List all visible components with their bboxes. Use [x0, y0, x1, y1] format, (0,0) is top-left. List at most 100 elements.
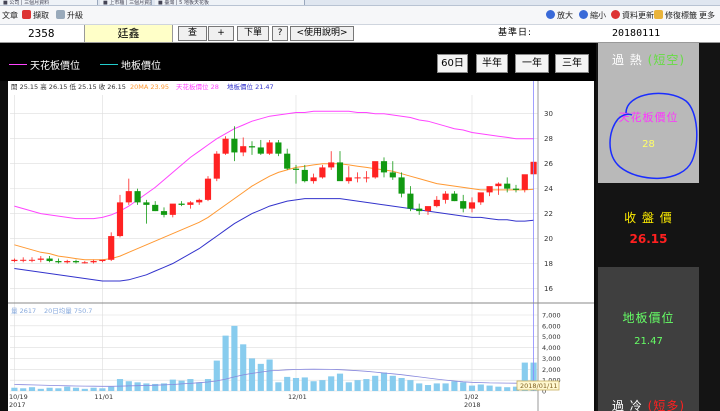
candle-body	[28, 259, 36, 261]
ceiling-legend-swatch	[9, 64, 27, 65]
volume-bar	[398, 377, 405, 391]
toolbar-more-button[interactable]: 更多	[699, 9, 715, 22]
toolbar-zoom-in-button[interactable]: 放大	[546, 9, 573, 22]
candle-body	[398, 177, 405, 194]
volume-tick-label: 4,000	[542, 344, 561, 352]
candle-body	[231, 138, 238, 153]
volume-tick-label: 6,000	[542, 322, 561, 330]
date-tick-year: 2018	[464, 401, 481, 409]
toolbar-zoom-out-button[interactable]: 縮小	[579, 9, 606, 22]
close-price-value: 26.15	[629, 232, 668, 246]
volume-bar	[328, 376, 335, 391]
candle-body	[37, 258, 44, 260]
candle-body	[416, 208, 423, 212]
candle-body	[64, 261, 71, 263]
price-chart[interactable]: 161820222426283001,0002,0003,0004,0005,0…	[8, 81, 594, 411]
price-tick-label: 24	[544, 185, 553, 193]
volume-readout: 量 2617	[11, 307, 36, 315]
candle-body	[213, 153, 220, 179]
candle-body	[196, 199, 203, 203]
date-tick-label: 1/02	[464, 393, 479, 401]
candle-body	[336, 162, 344, 182]
volume-bar	[11, 387, 18, 391]
volume-tick-label: 3,000	[542, 355, 561, 363]
candle-body	[108, 236, 115, 260]
candle-body	[424, 206, 432, 212]
period-half-year-button[interactable]: 半年	[476, 54, 508, 73]
price-tick-label: 22	[544, 210, 553, 218]
volume-bar	[319, 380, 326, 391]
volume-bar	[257, 363, 264, 391]
annotation-stroke	[609, 92, 698, 179]
volume-bar	[363, 379, 370, 391]
toolbar-upgrade-button[interactable]: 升級	[56, 9, 83, 22]
volume-bar	[380, 372, 388, 391]
refresh-icon	[611, 10, 620, 19]
help-button[interactable]: ?	[272, 26, 288, 41]
volume-bar	[90, 387, 97, 391]
candle-body	[240, 146, 247, 153]
close-price-box: 收 盤 價 26.15	[598, 203, 699, 258]
period-60d-button[interactable]: 60日	[437, 54, 468, 73]
candle-body	[46, 258, 53, 262]
price-tick-label: 26	[544, 160, 553, 168]
stock-code-field[interactable]: 2358	[0, 25, 85, 42]
candle-body	[152, 204, 159, 212]
candle-body	[248, 146, 256, 148]
order-button[interactable]: 下單	[237, 26, 269, 41]
add-button[interactable]: +	[208, 26, 234, 41]
volume-bar	[292, 377, 300, 391]
volume-bar	[134, 382, 141, 391]
volume-bar	[354, 380, 361, 391]
close-price-title: 收 盤 價	[624, 211, 673, 225]
candle-body	[328, 162, 335, 168]
hand-drawn-circle-annotation	[609, 92, 698, 179]
capture-icon	[22, 10, 31, 19]
instructions-button[interactable]: <使用說明>	[290, 26, 354, 41]
volume-bar	[204, 379, 212, 391]
candle-body	[275, 142, 282, 154]
toolbar-article-button[interactable]: 文章	[2, 9, 18, 22]
volume-bar	[37, 388, 44, 391]
volume-bar	[46, 387, 53, 391]
volume-bar	[495, 386, 502, 391]
candle-body	[301, 169, 308, 182]
period-three-year-button[interactable]: 三年	[555, 54, 589, 73]
volume-tick-label: 2,000	[542, 366, 561, 374]
stock-name: 廷鑫	[85, 25, 173, 42]
candle-body	[178, 203, 185, 205]
volume-bar	[231, 325, 238, 391]
ceiling-legend-label: 天花板價位	[30, 61, 80, 72]
period-one-year-button[interactable]: 一年	[515, 54, 549, 73]
candle-body	[116, 202, 124, 237]
ceiling-readout: 天花板價位 28	[176, 82, 219, 91]
toolbar-capture-button[interactable]: 擷取	[22, 9, 49, 22]
browser-toolbar: 文章 擷取 升級 放大 縮小 資料更新 修復標籤 更多	[0, 6, 720, 25]
candle-body	[187, 202, 194, 205]
toolbar-fix-tab-button[interactable]: 修復標籤	[654, 9, 697, 22]
volume-bar	[310, 381, 317, 391]
candle-body	[380, 161, 388, 173]
date-tick-label: 10/19	[9, 393, 28, 401]
volume-bar	[169, 379, 176, 391]
candle-body	[134, 191, 141, 203]
candle-body	[363, 177, 370, 179]
volume-bar	[301, 377, 308, 391]
zoom-in-icon	[546, 10, 555, 19]
upgrade-icon	[56, 10, 65, 19]
volume-bar	[468, 385, 476, 391]
candle-body	[160, 211, 168, 215]
toolbar-refresh-button[interactable]: 資料更新	[611, 9, 654, 22]
query-button[interactable]: 查	[178, 26, 207, 41]
volume-bar	[275, 382, 282, 391]
floor-legend-swatch	[100, 64, 118, 65]
candle-body	[372, 161, 379, 178]
candle-body	[521, 174, 528, 190]
candle-body	[389, 172, 396, 178]
volume-bar	[433, 383, 440, 391]
price-tick-label: 16	[544, 285, 553, 293]
candle-body	[495, 183, 502, 187]
volume-ma-readout: 20日均量 750.7	[44, 306, 92, 315]
date-tick-label: 11/01	[94, 393, 113, 401]
candle-body	[222, 138, 229, 154]
